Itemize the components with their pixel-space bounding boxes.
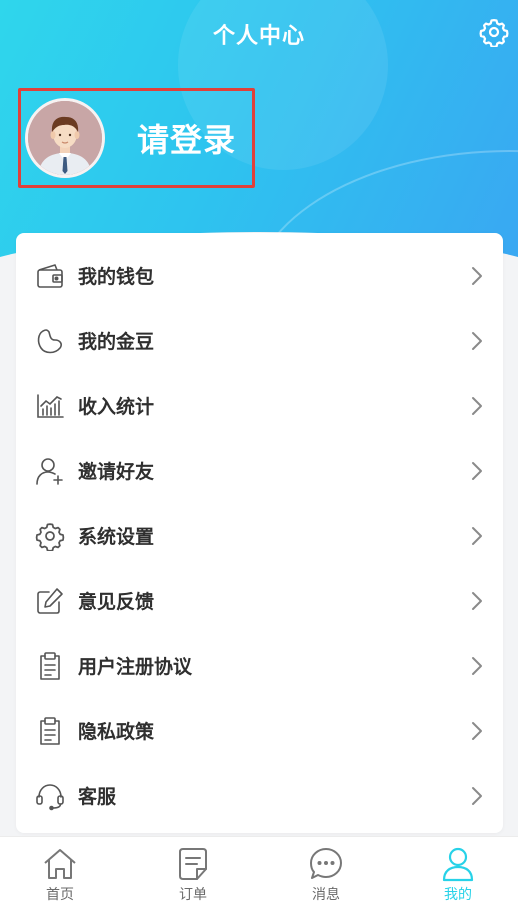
page-title: 个人中心	[212, 24, 305, 49]
chevron-right-icon	[469, 395, 485, 417]
tab-home[interactable]: 首页	[0, 837, 125, 903]
clipboard-icon	[34, 650, 66, 682]
menu-item-label: 收入统计	[78, 396, 155, 418]
clipboard-icon	[34, 715, 66, 747]
menu-item-label: 隐私政策	[78, 721, 155, 743]
chevron-right-icon	[469, 785, 485, 807]
chevron-right-icon	[469, 590, 485, 612]
menu-list: 我的钱包 我的金豆 收入统计 邀请好友 系统设置 意见反馈 用户注册协议 隐私政…	[16, 233, 503, 833]
home-icon	[41, 845, 79, 883]
menu-item-feedback[interactable]: 意见反馈	[16, 568, 503, 633]
tab-label: 我的	[444, 887, 472, 903]
edit-icon	[34, 585, 66, 617]
headset-icon	[34, 780, 66, 812]
chevron-right-icon	[469, 265, 485, 287]
menu-item-user-agreement[interactable]: 用户注册协议	[16, 633, 503, 698]
chart-icon	[34, 390, 66, 422]
add-user-icon	[34, 455, 66, 487]
menu-item-customer-service[interactable]: 客服	[16, 763, 503, 828]
gear-icon	[479, 19, 509, 47]
login-label[interactable]: 请登录	[137, 115, 236, 161]
tab-label: 首页	[46, 887, 74, 903]
tab-label: 订单	[179, 887, 207, 903]
bottom-tab-bar: 首页 订单 消息 我的	[0, 836, 518, 903]
settings-button[interactable]	[478, 16, 510, 48]
chevron-right-icon	[469, 330, 485, 352]
gear-icon	[34, 520, 66, 552]
menu-item-label: 我的钱包	[78, 266, 155, 288]
chevron-right-icon	[469, 655, 485, 677]
menu-item-system-settings[interactable]: 系统设置	[16, 503, 503, 568]
menu-item-label: 邀请好友	[78, 461, 155, 483]
chevron-right-icon	[469, 460, 485, 482]
menu-item-income-stats[interactable]: 收入统计	[16, 373, 503, 438]
avatar[interactable]	[25, 98, 105, 178]
menu-item-label: 意见反馈	[78, 591, 155, 613]
menu-item-label: 客服	[78, 786, 117, 808]
order-icon	[174, 845, 212, 883]
menu-item-label: 用户注册协议	[78, 656, 193, 678]
tab-label: 消息	[312, 887, 340, 903]
message-icon	[307, 845, 345, 883]
menu-item-wallet[interactable]: 我的钱包	[16, 243, 503, 308]
tab-messages[interactable]: 消息	[261, 837, 391, 903]
tab-mine[interactable]: 我的	[393, 837, 518, 903]
menu-item-invite-friends[interactable]: 邀请好友	[16, 438, 503, 503]
login-profile-card[interactable]: 请登录	[18, 88, 255, 188]
bean-icon	[34, 325, 66, 357]
tab-orders[interactable]: 订单	[128, 837, 258, 903]
menu-item-privacy-policy[interactable]: 隐私政策	[16, 698, 503, 763]
default-avatar-icon	[28, 101, 102, 175]
menu-item-label: 系统设置	[78, 526, 155, 548]
chevron-right-icon	[469, 720, 485, 742]
wallet-icon	[34, 260, 66, 292]
chevron-right-icon	[469, 525, 485, 547]
menu-item-label: 我的金豆	[78, 331, 155, 353]
user-icon	[439, 845, 477, 883]
menu-item-gold-beans[interactable]: 我的金豆	[16, 308, 503, 373]
